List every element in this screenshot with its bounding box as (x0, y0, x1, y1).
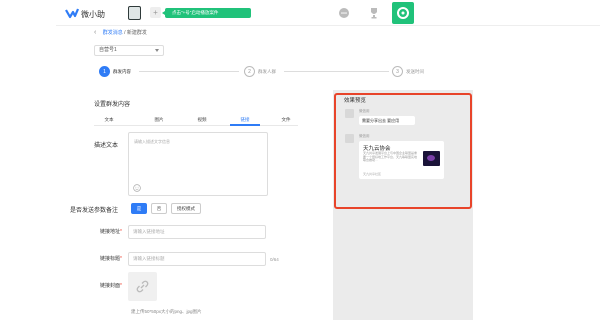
step-number: 3 (392, 66, 403, 77)
cover-upload[interactable] (128, 272, 157, 301)
right-blank-area (473, 26, 600, 320)
preview-title: 效果预览 (344, 98, 367, 104)
chevron-down-icon (155, 49, 159, 52)
add-button[interactable]: + (150, 7, 161, 18)
link-title-placeholder: 请输入链接标题 (133, 256, 165, 261)
section-title: 设置群发内容 (94, 102, 131, 108)
link-title-label-text: 链接标题 (100, 256, 121, 262)
emoji-icon[interactable] (133, 184, 141, 192)
preview-card-thumbnail (423, 151, 440, 166)
promo-tooltip: 点击"+号"启动播放案件 (162, 8, 251, 18)
link-cover-label-text: 链接封面 (100, 283, 121, 289)
breadcrumb-current: 新建群发 (126, 30, 147, 36)
link-url-placeholder: 请输入链接地址 (133, 229, 165, 234)
desc-textarea[interactable]: 请输入描述文字信息 (128, 132, 268, 196)
remark-label: 是否发送参数备注 (70, 208, 119, 214)
step-connector (139, 71, 239, 72)
link-url-label-text: 链接地址 (100, 229, 121, 235)
tab-image[interactable]: 图片 (144, 117, 174, 123)
link-title-counter: 0/64 (270, 257, 279, 262)
content-type-tabs: 文本 图片 视频 链接 文件 (94, 116, 298, 126)
remark-option-yes[interactable]: 是 (131, 203, 147, 214)
step-label: 群发人群 (258, 69, 276, 74)
preview-card-source: 天九共享社区 (363, 172, 382, 176)
preview-sender-name: 微信用 (359, 109, 370, 113)
breadcrumb: ‹ 群发消息 / 新建群发 (94, 29, 147, 36)
remark-option-no[interactable]: 否 (151, 203, 167, 214)
preview-sender-name: 微信用 (359, 134, 370, 138)
step-label: 发送时间 (406, 69, 424, 74)
link-cover-label: 链接封面* (100, 282, 122, 289)
step-number: 2 (244, 66, 255, 77)
preview-message-bubble: 需要分享出去 要应用 (359, 116, 415, 125)
chat-icon[interactable] (338, 7, 350, 19)
app-thumbnail[interactable] (128, 6, 141, 20)
tab-video[interactable]: 视频 (187, 117, 217, 123)
step-number: 1 (99, 66, 110, 77)
avatar (345, 109, 354, 118)
required-mark: * (120, 283, 122, 289)
back-button[interactable]: ‹ (94, 29, 96, 36)
required-mark: * (120, 229, 122, 235)
logo-icon (65, 8, 79, 19)
step-label: 群发内容 (113, 69, 131, 74)
step-progress: 1 群发内容 2 群发人群 3 发送时间 (99, 66, 429, 78)
link-title-input[interactable]: 请输入链接标题 (128, 252, 266, 266)
nav-active-icon[interactable] (392, 2, 414, 24)
preview-card-desc: 天九共享发展平台上与中国企业联盟是重要一个很好地工作平台，天九等联盟实地联合推动… (363, 151, 418, 163)
link-icon (136, 280, 149, 293)
preview-link-card: 天九云协会 天九共享发展平台上与中国企业联盟是重要一个很好地工作平台，天九等联盟… (359, 141, 444, 179)
link-url-label: 链接地址* (100, 228, 122, 235)
link-title-label: 链接标题* (100, 255, 122, 262)
tab-text[interactable]: 文本 (94, 117, 124, 123)
step-connector (284, 71, 389, 72)
account-select-value: 自营号1 (99, 47, 117, 53)
account-select[interactable]: 自营号1 (94, 45, 164, 56)
remark-option-auth[interactable]: 授权模式 (171, 203, 201, 214)
link-url-input[interactable]: 请输入链接地址 (128, 225, 266, 239)
desc-label: 描述文本 (94, 143, 119, 149)
app-name: 微小助 (81, 10, 105, 19)
required-mark: * (120, 256, 122, 262)
avatar (345, 134, 354, 143)
tab-link[interactable]: 链接 (230, 117, 260, 126)
desc-placeholder: 请输入描述文字信息 (134, 139, 170, 144)
upload-tip: 建上传50*50px大小的png、jpg图片 (131, 309, 202, 314)
trophy-icon[interactable] (368, 7, 380, 19)
breadcrumb-parent[interactable]: 群发消息 (103, 30, 123, 36)
tab-file[interactable]: 文件 (271, 117, 301, 123)
